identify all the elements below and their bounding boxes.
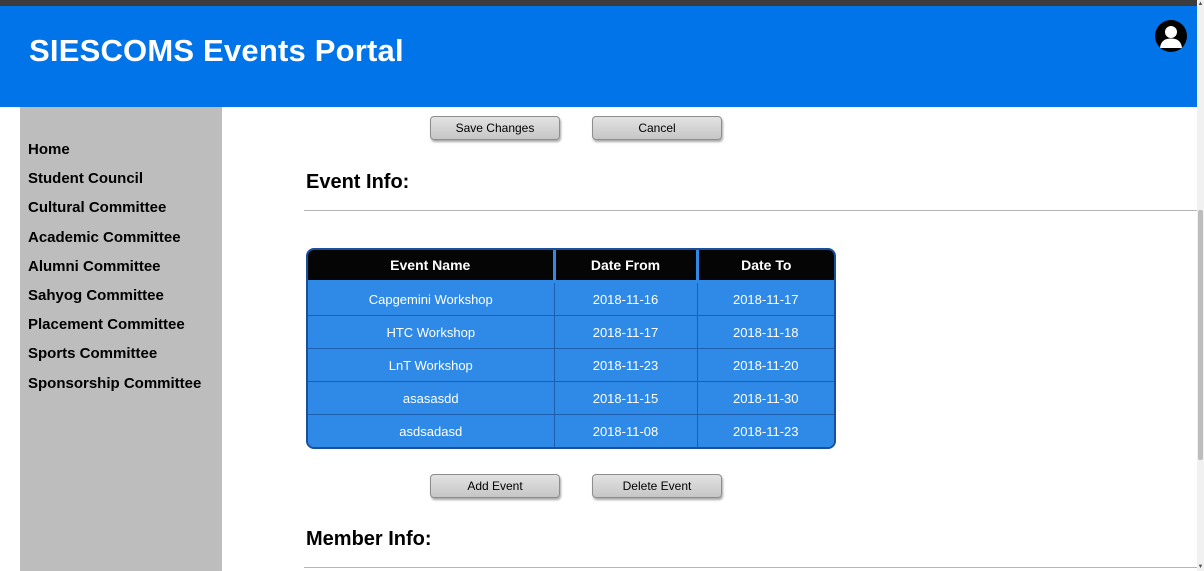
app-title: SIESCOMS Events Portal	[29, 33, 404, 68]
cell-date-from[interactable]: 2018-11-08	[554, 414, 698, 447]
cancel-button[interactable]: Cancel	[592, 116, 722, 140]
table-row[interactable]: Capgemini Workshop 2018-11-16 2018-11-17	[308, 281, 834, 317]
events-table: Event Name Date From Date To Capgemini W…	[306, 248, 836, 449]
app-header: SIESCOMS Events Portal	[0, 6, 1197, 107]
column-header-date-from[interactable]: Date From	[554, 250, 699, 283]
events-table-grid: Event Name Date From Date To Capgemini W…	[308, 250, 834, 447]
add-event-button[interactable]: Add Event	[430, 474, 560, 498]
member-info-divider	[304, 567, 1197, 568]
member-info-title: Member Info:	[306, 528, 432, 550]
table-row[interactable]: LnT Workshop 2018-11-23 2018-11-20	[308, 348, 834, 383]
sidebar-item-home[interactable]: Home	[28, 140, 201, 169]
sidebar-list: Home Student Council Cultural Committee …	[28, 140, 201, 403]
cell-date-from[interactable]: 2018-11-16	[554, 281, 698, 317]
main-content: Save Changes Cancel Event Info: Event Na…	[222, 107, 1197, 571]
sidebar-item-sports-committee[interactable]: Sports Committee	[28, 344, 201, 373]
cell-date-to[interactable]: 2018-11-23	[697, 414, 834, 447]
save-changes-button[interactable]: Save Changes	[430, 116, 560, 140]
table-row[interactable]: asasasdd 2018-11-15 2018-11-30	[308, 381, 834, 415]
table-row[interactable]: asdsadasd 2018-11-08 2018-11-23	[308, 414, 834, 447]
sidebar-item-alumni-committee[interactable]: Alumni Committee	[28, 257, 201, 286]
column-header-event-name[interactable]: Event Name	[308, 250, 556, 283]
cell-event-name[interactable]: Capgemini Workshop	[308, 281, 555, 317]
sidebar-item-cultural-committee[interactable]: Cultural Committee	[28, 198, 201, 227]
cell-date-from[interactable]: 2018-11-15	[554, 381, 698, 415]
scroll-up-arrow-icon[interactable]: ▲	[1197, 0, 1204, 8]
event-info-title: Event Info:	[306, 171, 410, 193]
sidebar-item-student-council[interactable]: Student Council	[28, 169, 201, 198]
cell-event-name[interactable]: asdsadasd	[308, 414, 555, 447]
cell-date-to[interactable]: 2018-11-17	[697, 281, 834, 317]
user-icon-glyph	[1160, 26, 1182, 48]
sidebar-item-academic-committee[interactable]: Academic Committee	[28, 228, 201, 257]
cell-date-from[interactable]: 2018-11-17	[554, 315, 698, 350]
event-info-divider	[304, 210, 1197, 211]
sidebar-item-placement-committee[interactable]: Placement Committee	[28, 315, 201, 344]
cell-event-name[interactable]: LnT Workshop	[308, 348, 555, 383]
cell-event-name[interactable]: asasasdd	[308, 381, 555, 415]
cell-date-from[interactable]: 2018-11-23	[554, 348, 698, 383]
cell-event-name[interactable]: HTC Workshop	[308, 315, 555, 350]
table-row[interactable]: HTC Workshop 2018-11-17 2018-11-18	[308, 315, 834, 350]
scrollbar-thumb[interactable]	[1198, 210, 1203, 460]
sidebar-item-sponsorship-committee[interactable]: Sponsorship Committee	[28, 374, 201, 403]
column-header-date-to[interactable]: Date To	[697, 250, 834, 283]
sidebar-item-sahyog-committee[interactable]: Sahyog Committee	[28, 286, 201, 315]
user-icon[interactable]	[1155, 20, 1187, 52]
scroll-down-arrow-icon[interactable]: ▼	[1197, 563, 1204, 571]
cell-date-to[interactable]: 2018-11-18	[697, 315, 834, 350]
sidebar: Home Student Council Cultural Committee …	[20, 107, 222, 571]
delete-event-button[interactable]: Delete Event	[592, 474, 722, 498]
cell-date-to[interactable]: 2018-11-30	[697, 381, 834, 415]
table-header-row: Event Name Date From Date To	[308, 250, 834, 283]
cell-date-to[interactable]: 2018-11-20	[697, 348, 834, 383]
